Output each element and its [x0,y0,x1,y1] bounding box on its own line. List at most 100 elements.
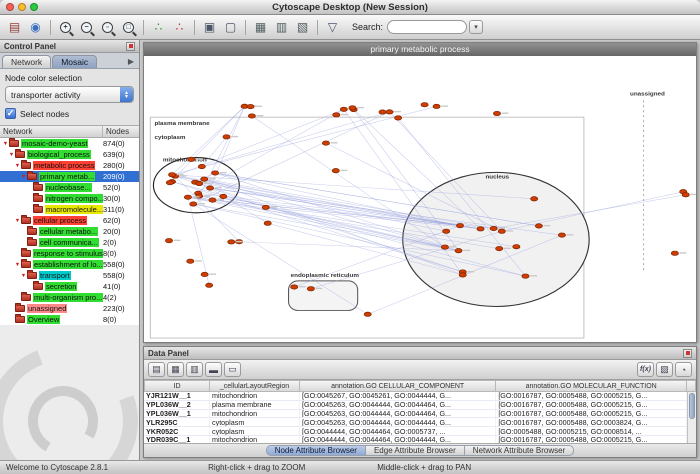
network-node[interactable] [421,103,428,107]
network-node[interactable] [535,224,542,228]
tree-item[interactable]: ▼transport558(0) [0,270,139,281]
network-node[interactable] [247,104,254,108]
network-node[interactable] [443,229,450,233]
tree-header-nodes[interactable]: Nodes [103,127,139,136]
float-data-panel-icon[interactable] [683,349,692,358]
network-node[interactable] [228,240,235,244]
network-node[interactable] [187,259,194,263]
tree-item[interactable]: secretion41(0) [0,281,139,292]
delete-rows-icon[interactable]: ▭ [224,362,241,377]
network-node[interactable] [291,285,298,289]
column-header[interactable]: ID [144,380,210,392]
tab-overflow-arrow[interactable]: ▶ [128,57,137,68]
network-node[interactable] [671,251,678,255]
annotation-import-icon[interactable]: ▧ [293,18,312,37]
network-node[interactable] [379,110,386,114]
table-row[interactable]: YJR121W__1mitochondrion[GO:0045267, GO:0… [144,392,696,401]
network-node[interactable] [349,106,356,110]
float-panel-icon[interactable] [126,42,135,51]
network-node[interactable] [196,181,203,185]
attribute-table-icon[interactable]: ▥ [272,18,291,37]
table-row[interactable]: YPL036W__2plasma membrane[GO:0045263, GO… [144,401,696,410]
network-node[interactable] [340,107,347,111]
zoom-window-icon[interactable] [30,3,38,11]
globe-icon[interactable]: ◉ [26,18,45,37]
overview-window-icon[interactable]: ▢ [221,18,240,37]
network-node[interactable] [190,202,197,206]
new-column-icon[interactable]: ▦ [167,362,184,377]
zoom-selected-icon[interactable]: ▫ [98,18,117,37]
collapse-icon[interactable]: ▼ [14,218,21,224]
tree-item[interactable]: nucleobase...52(0) [0,182,139,193]
tab-mosaic[interactable]: Mosaic [52,55,97,68]
network-node[interactable] [201,272,208,276]
import-attributes-icon[interactable]: ▦ [251,18,270,37]
filter-icon[interactable]: ▽ [323,18,342,37]
tree-item[interactable]: ▼mosaic-demo-yeast874(0) [0,138,139,149]
table-scrollbar[interactable] [687,392,696,443]
zoom-fit-icon[interactable]: □ [119,18,138,37]
tree-item[interactable]: ▼primary metab...209(0) [0,171,139,182]
tree-header-network[interactable]: Network [0,126,103,137]
network-node[interactable] [262,205,269,209]
close-window-icon[interactable] [6,3,14,11]
network-node[interactable] [223,135,230,139]
network-node[interactable] [206,283,213,287]
duplicate-network-icon[interactable]: ▣ [200,18,219,37]
search-options-icon[interactable]: ▾ [469,20,483,34]
table-scrollbar-thumb[interactable] [689,393,695,419]
network-node[interactable] [395,116,402,120]
tree-item[interactable]: Overview8(0) [0,314,139,325]
table-row[interactable]: YKR052Ccytoplasm[GO:0044444, GO:0044464,… [144,427,696,436]
session-icon[interactable]: ▤ [5,18,24,37]
tree-item[interactable]: ▼metabolic process280(0) [0,160,139,171]
network-node[interactable] [490,226,497,230]
column-header[interactable]: annotation.GO MOLECULAR_FUNCTION [496,380,687,392]
network-node[interactable] [169,173,176,177]
network-node[interactable] [220,194,227,198]
network-node[interactable] [433,104,440,108]
tree-item[interactable]: response to stimulus8(0) [0,248,139,259]
tree-item[interactable]: ▼establishment of lo...558(0) [0,259,139,270]
network-node[interactable] [522,274,529,278]
hide-selected-icon[interactable]: ∴ [149,18,168,37]
network-node[interactable] [332,169,339,173]
tree-item[interactable]: macromolecule...311(0) [0,204,139,215]
network-node[interactable] [558,233,565,237]
network-node[interactable] [456,223,463,227]
network-node[interactable] [493,111,500,115]
collapse-icon[interactable]: ▼ [2,141,9,147]
zoom-out-icon[interactable]: − [77,18,96,37]
network-node[interactable] [184,195,191,199]
search-input[interactable] [387,20,467,34]
network-view-title[interactable]: primary metabolic process [144,43,696,56]
tab-node-attribute-browser[interactable]: Node Attribute Browser [266,445,365,456]
network-node[interactable] [209,198,216,202]
collapse-icon[interactable]: ▼ [14,262,21,268]
network-node[interactable] [386,110,393,114]
network-node[interactable] [498,229,505,233]
network-node[interactable] [333,113,340,117]
tree-item[interactable]: multi-organism pro...4(2) [0,292,139,303]
network-node[interactable] [455,249,462,253]
tree-item[interactable]: cell communica...2(0) [0,237,139,248]
select-columns-icon[interactable]: ▤ [148,362,165,377]
column-header[interactable]: _cellularLayoutRegion [210,380,300,392]
network-node[interactable] [307,287,314,291]
collapse-icon[interactable]: ▼ [20,174,27,180]
network-node[interactable] [459,273,466,277]
tab-network-attribute-browser[interactable]: Network Attribute Browser [464,445,574,456]
network-node[interactable] [264,221,271,225]
network-node[interactable] [188,157,195,161]
open-attribute-file-icon[interactable]: ▧ [656,362,673,377]
pie-chart-icon[interactable]: ◔ [675,362,692,377]
select-nodes-checkbox[interactable]: ✓ [5,108,16,119]
title-bar[interactable]: Cytoscape Desktop (New Session) [0,0,700,15]
network-node[interactable] [496,246,503,250]
network-node[interactable] [166,180,173,184]
collapse-icon[interactable]: ▼ [20,273,27,279]
network-node[interactable] [212,171,219,175]
collapse-icon[interactable]: ▼ [14,163,21,169]
tree-item[interactable]: nitrogen compo...30(0) [0,193,139,204]
zoom-in-icon[interactable]: + [56,18,75,37]
